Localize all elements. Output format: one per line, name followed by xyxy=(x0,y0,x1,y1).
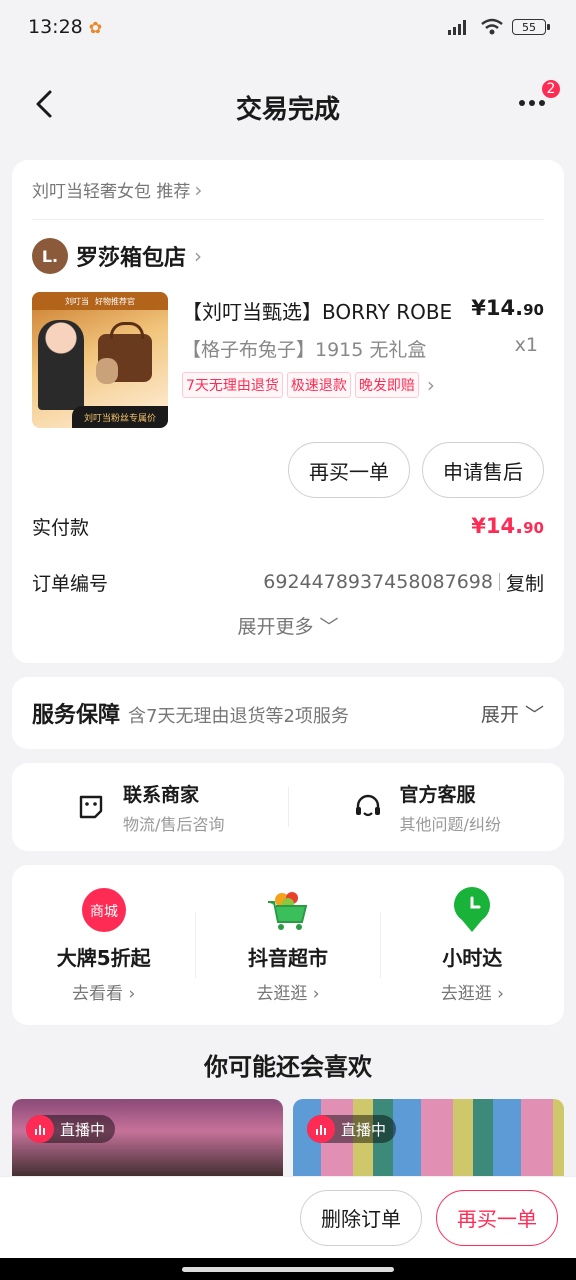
service-guarantee-card[interactable]: 服务保障 含7天无理由退货等2项服务 展开 ﹀ xyxy=(12,677,564,749)
promo-brand-sub: 去看看 › xyxy=(72,984,136,1004)
chevron-right-icon: › xyxy=(497,984,504,1004)
tag-delay-compensation: 晚发即赔 xyxy=(354,372,419,398)
product-price: ¥14.90 xyxy=(471,296,544,320)
live-icon xyxy=(307,1115,335,1143)
wifi-icon xyxy=(481,18,503,35)
chevron-down-icon: ﹀ xyxy=(319,616,339,638)
product-title: 【刘叮当甄选】BORRY ROBE xyxy=(182,300,453,324)
chevron-down-icon: ﹀ xyxy=(524,703,544,726)
rebuy-bottom-button[interactable]: 再买一单 xyxy=(436,1189,558,1246)
bear-charm-image xyxy=(96,358,118,384)
promo-supermarket[interactable]: 抖音超市 去逛逛 › xyxy=(196,886,379,1004)
chevron-right-icon: › xyxy=(312,984,320,1004)
recommend-text: 刘叮当轻奢女包 推荐 xyxy=(32,182,191,202)
order-number-value: 6924478937458087698 xyxy=(263,571,493,593)
chevron-right-icon: › xyxy=(194,244,203,268)
contact-merchant-button[interactable]: 联系商家 物流/售后咨询 xyxy=(12,780,288,835)
notification-badge: 2 xyxy=(540,78,562,100)
battery-icon: 55 xyxy=(512,19,550,35)
promo-brand-title: 大牌5折起 xyxy=(56,946,151,970)
after-sale-button[interactable]: 申请售后 xyxy=(422,442,544,498)
promo-hour-delivery[interactable]: 小时达 去逛逛 › xyxy=(381,886,564,1004)
gesture-bar xyxy=(0,1258,576,1280)
service-tags[interactable]: 7天无理由退货 极速退款 晚发即赔 › xyxy=(182,372,544,398)
chevron-right-icon: › xyxy=(128,984,136,1004)
product-thumbnail[interactable]: 刘叮当 好物推荐官 刘叮当粉丝专属价 xyxy=(32,292,168,428)
mall-icon: 商城 xyxy=(81,888,126,932)
feed-item[interactable]: 直播中 xyxy=(12,1099,283,1179)
status-bar: 13:28 ✿ 55 xyxy=(0,0,576,54)
promo-supermarket-title: 抖音超市 xyxy=(247,946,328,970)
service-expand-button[interactable]: 展开 ﹀ xyxy=(481,700,544,727)
live-badge: 直播中 xyxy=(307,1115,397,1143)
thumb-tagline: 好物推荐官 xyxy=(95,296,135,306)
model-figure xyxy=(38,320,84,410)
back-icon[interactable] xyxy=(26,84,66,124)
nav-bar: 交易完成 2 xyxy=(0,54,576,160)
promo-supermarket-sub: 去逛逛 › xyxy=(256,984,320,1004)
product-quantity: x1 xyxy=(514,334,538,356)
promo-delivery-sub: 去逛逛 › xyxy=(440,984,504,1004)
promo-delivery-title: 小时达 xyxy=(442,946,503,970)
official-support-title: 官方客服 xyxy=(399,783,476,806)
headset-icon xyxy=(355,794,380,817)
feed-item[interactable]: 直播中 xyxy=(293,1099,564,1179)
product-spec: 【格子布兔子】1915 无礼盒 xyxy=(182,339,427,361)
promo-card: 商城 大牌5折起 去看看 › 抖音超市 去逛逛 › 小时达 去逛逛 › xyxy=(12,865,564,1025)
status-time: 13:28 xyxy=(28,16,83,38)
recommend-link[interactable]: 刘叮当轻奢女包 推荐 › xyxy=(32,160,544,220)
merchant-chat-icon xyxy=(79,795,103,819)
chevron-right-icon: › xyxy=(426,373,435,397)
official-support-sub: 其他问题/纠纷 xyxy=(399,814,501,834)
order-number-row: 订单编号 6924478937458087698 复制 xyxy=(32,554,544,610)
paid-amount: ¥14.90 xyxy=(471,514,544,538)
live-badge: 直播中 xyxy=(26,1115,116,1143)
shop-link[interactable]: L. 罗莎箱包店 › xyxy=(32,220,544,292)
official-support-button[interactable]: 官方客服 其他问题/纠纷 xyxy=(289,780,565,835)
tag-return: 7天无理由退货 xyxy=(182,372,283,398)
expand-more-button[interactable]: 展开更多 ﹀ xyxy=(32,612,544,639)
contact-merchant-sub: 物流/售后咨询 xyxy=(123,814,225,834)
notification-icon: ✿ xyxy=(88,17,103,37)
recommendations-title: 你可能还会喜欢 xyxy=(204,1053,372,1081)
page-title: 交易完成 xyxy=(235,94,340,125)
paid-label: 实付款 xyxy=(32,516,90,539)
clock-pin-icon xyxy=(454,887,491,932)
bottom-action-bar: 删除订单 再买一单 xyxy=(0,1176,576,1258)
recommendation-feed: 直播中 直播中 xyxy=(0,1099,576,1179)
svg-text:商城: 商城 xyxy=(90,904,118,920)
paid-row: 实付款 ¥14.90 xyxy=(32,498,544,554)
chevron-right-icon: › xyxy=(194,177,203,202)
thumb-brand: 刘叮当 xyxy=(65,296,89,306)
service-title: 服务保障 xyxy=(32,703,121,728)
tag-refund: 极速退款 xyxy=(286,372,351,398)
promo-brand-sale[interactable]: 商城 大牌5折起 去看看 › xyxy=(12,886,195,1004)
order-number-label: 订单编号 xyxy=(32,572,109,595)
signal-icon xyxy=(448,20,466,35)
order-card: 刘叮当轻奢女包 推荐 › L. 罗莎箱包店 › 刘叮当 好物推荐官 刘叮当粉丝专属… xyxy=(12,160,564,663)
delete-order-button[interactable]: 删除订单 xyxy=(300,1189,422,1246)
thumb-price-banner: 刘叮当粉丝专属价 xyxy=(72,406,168,428)
shop-name: 罗莎箱包店 xyxy=(76,246,187,271)
live-icon xyxy=(26,1115,54,1143)
copy-button[interactable]: 复制 xyxy=(506,569,544,596)
contact-card: 联系商家 物流/售后咨询 官方客服 其他问题/纠纷 xyxy=(12,763,564,851)
product-item[interactable]: 刘叮当 好物推荐官 刘叮当粉丝专属价 【刘叮当甄选】BORRY ROBE 【格子布… xyxy=(32,292,544,428)
rebuy-button[interactable]: 再买一单 xyxy=(288,442,410,498)
shop-avatar: L. xyxy=(32,238,68,274)
service-desc: 含7天无理由退货等2项服务 xyxy=(128,706,349,727)
contact-merchant-title: 联系商家 xyxy=(123,783,200,806)
shopping-cart-icon xyxy=(267,892,308,930)
